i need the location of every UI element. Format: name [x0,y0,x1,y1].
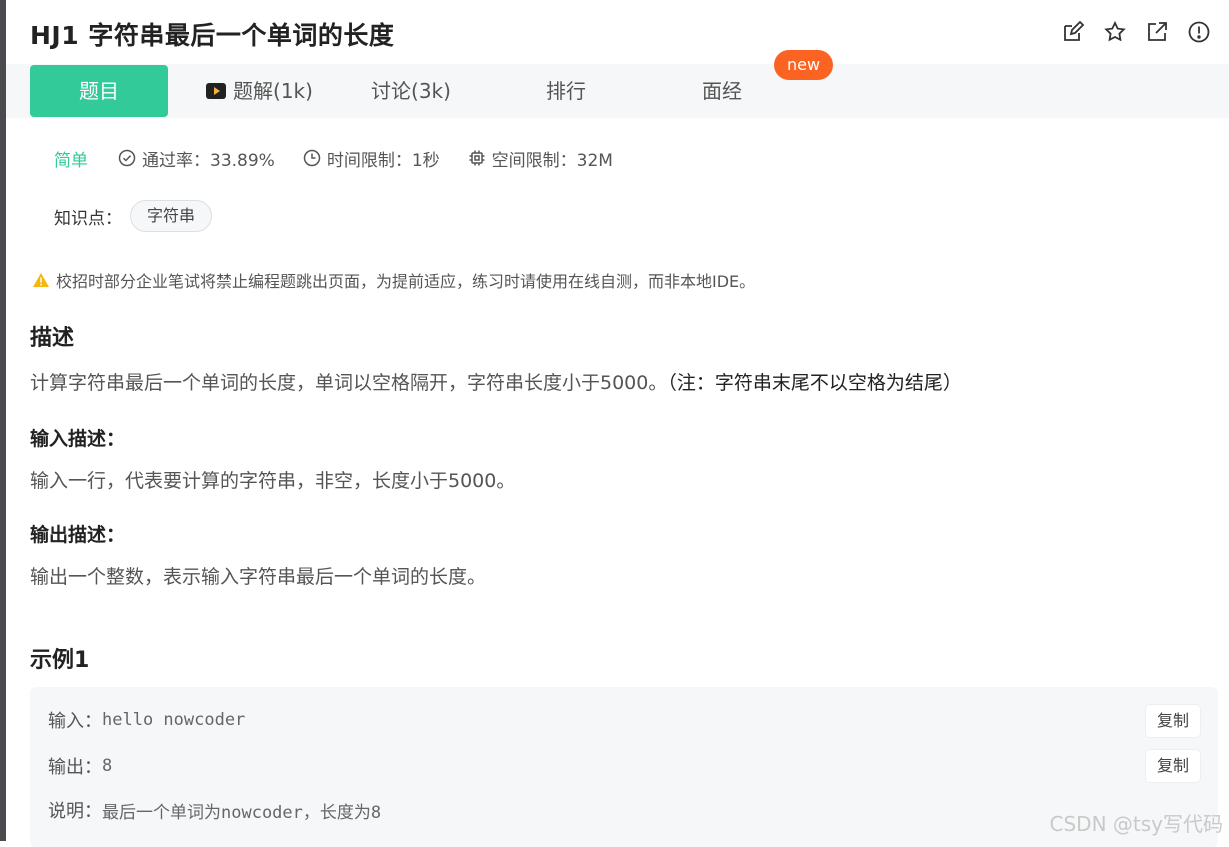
example-explain-value: 最后一个单词为nowcoder，长度为8 [102,802,382,823]
description-note: （注：字符串末尾不以空格为结尾） [667,372,962,394]
tab-solutions[interactable]: 题解(1k) [194,65,324,117]
example-explain-row: 说明： 最后一个单词为nowcoder，长度为8 [48,797,381,823]
space-limit-text: 空间限制：32M [491,150,613,171]
title-row: HJ1 字符串最后一个单词的长度 [30,12,1219,52]
tab-solutions-label: 题解(1k) [233,79,313,103]
example-input-value: hello nowcoder [102,710,246,730]
left-edge-bar [0,0,6,841]
example-output-label: 输出： [48,757,102,778]
info-icon[interactable] [1187,20,1211,44]
tab-problem[interactable]: 题目 [30,65,168,117]
example-output-value: 8 [102,756,113,776]
external-link-icon[interactable] [1145,20,1169,44]
example-input-label: 输入： [48,711,102,732]
description-text: 计算字符串最后一个单词的长度，单词以空格隔开，字符串长度小于5000。（注：字符… [30,368,962,395]
time-limit: 时间限制：1秒 [303,146,440,171]
example-explain-label: 说明： [48,801,102,822]
output-description: 输出一个整数，表示输入字符串最后一个单词的长度。 [30,566,487,588]
check-circle-icon [118,149,136,167]
space-limit: 空间限制：32M [468,146,613,171]
video-icon [206,83,227,99]
difficulty-label: 简单 [54,150,88,171]
knowledge-points: 知识点： 字符串 [54,200,213,232]
warning-notice: 校招时部分企业笔试将禁止编程题跳出页面，为提前适应，练习时请使用在线自测，而非本… [32,268,755,292]
star-icon[interactable] [1103,20,1127,44]
clock-icon [303,149,321,167]
description-main: 计算字符串最后一个单词的长度，单词以空格隔开，字符串长度小于5000。 [30,372,668,394]
example-input-row: 输入： hello nowcoder [48,707,245,733]
output-heading: 输出描述： [30,524,126,546]
chip-icon [469,150,485,166]
warning-icon [33,273,49,287]
pass-rate-text: 通过率：33.89% [142,150,275,171]
time-limit-text: 时间限制：1秒 [326,150,440,171]
copy-output-button[interactable]: 复制 [1146,750,1200,782]
watermark: CSDN @tsy写代码 [1049,812,1223,836]
problem-meta: 简单 通过率：33.89% 时间限制：1秒 空间限制：32M [54,146,641,171]
example-output-row: 输出： 8 [48,753,112,779]
tab-ranking[interactable]: 排行 [526,65,606,117]
tab-interview[interactable]: 面经 [682,65,762,117]
pass-rate: 通过率：33.89% [118,146,275,171]
example-heading: 示例1 [30,648,90,673]
new-badge: new [774,50,833,80]
tab-discussion[interactable]: 讨论(3k) [356,65,466,117]
example-box: 输入： hello nowcoder 复制 输出： 8 复制 说明： 最后一个单… [30,687,1218,847]
edit-icon[interactable] [1061,20,1085,44]
tab-bar: 题目 题解(1k) 讨论(3k) 排行 面经 [6,64,1229,118]
knowledge-label: 知识点： [54,208,122,229]
copy-input-button[interactable]: 复制 [1146,705,1200,737]
title-actions [1061,20,1211,44]
warning-text: 校招时部分企业笔试将禁止编程题跳出页面，为提前适应，练习时请使用在线自测，而非本… [56,272,756,291]
page-title: HJ1 字符串最后一个单词的长度 [30,21,395,50]
input-description: 输入一行，代表要计算的字符串，非空，长度小于5000。 [30,470,516,492]
description-heading: 描述 [30,326,75,351]
knowledge-tag[interactable]: 字符串 [130,200,213,232]
input-heading: 输入描述： [30,428,126,450]
